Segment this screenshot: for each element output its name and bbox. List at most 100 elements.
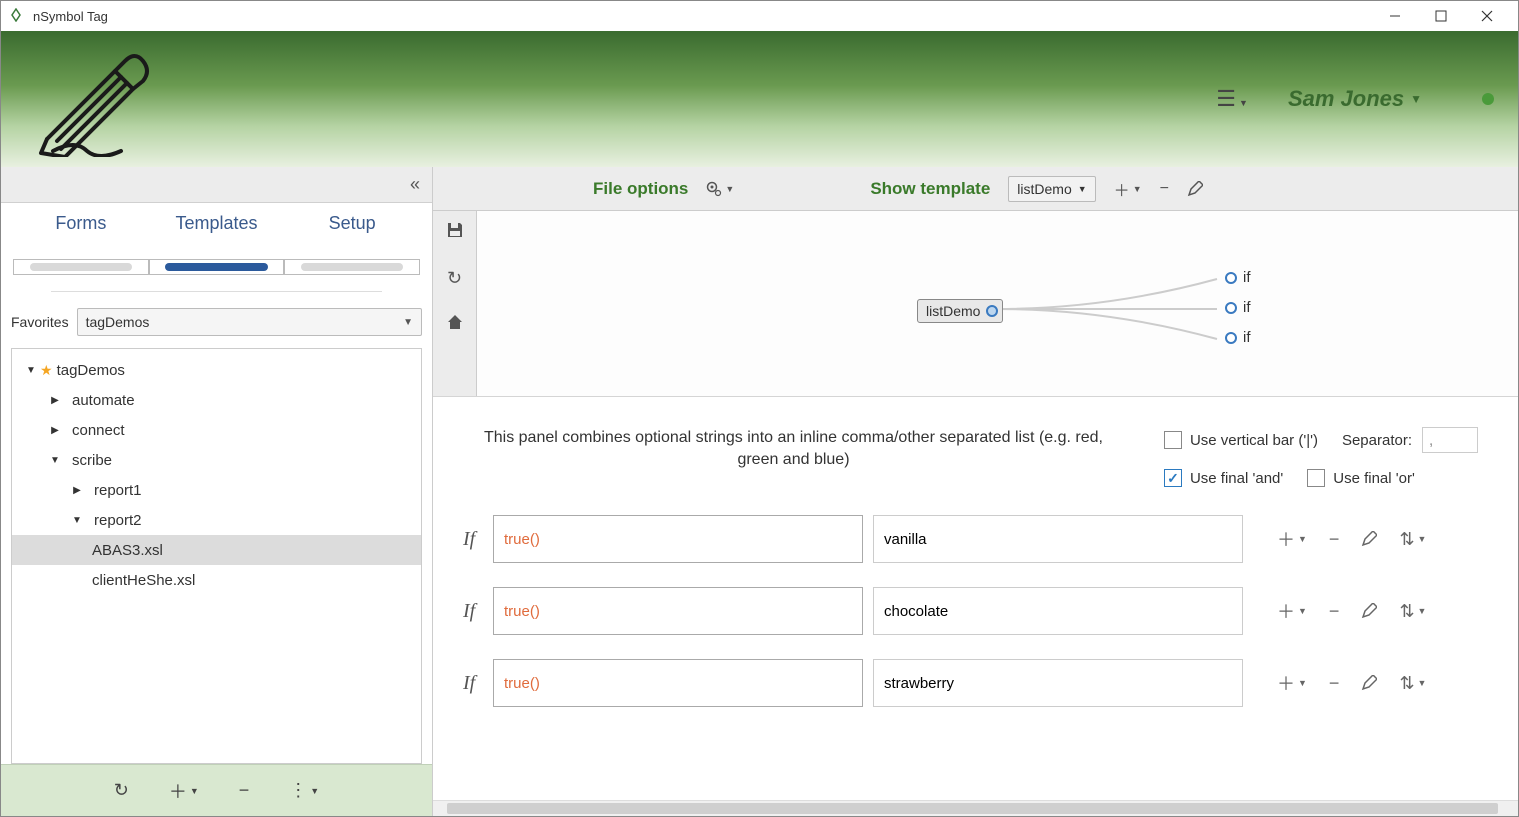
use-final-and-label[interactable]: Use final 'and': [1190, 470, 1283, 487]
row-edit-icon[interactable]: [1361, 603, 1377, 619]
use-final-or-label[interactable]: Use final 'or': [1333, 470, 1415, 487]
value-input[interactable]: [873, 587, 1243, 635]
list-panel: This panel combines optional strings int…: [433, 397, 1518, 800]
horizontal-scrollbar[interactable]: [433, 800, 1518, 816]
tree-item-automate[interactable]: ▶ automate: [12, 385, 421, 415]
maximize-button[interactable]: [1418, 1, 1464, 31]
content-area: File options ▼ Show template listDemo ▼ …: [433, 167, 1518, 816]
sidebar: « Forms Templates Setup Favorites tagDem…: [1, 167, 433, 816]
home-icon[interactable]: [446, 313, 464, 336]
expand-icon[interactable]: ▶: [68, 485, 86, 496]
refresh-button[interactable]: ↻: [114, 780, 129, 801]
expand-icon[interactable]: ▼: [68, 515, 86, 526]
username-label: Sam Jones: [1288, 86, 1404, 112]
node-root[interactable]: listDemo: [917, 299, 1003, 323]
row-add-button[interactable]: ＋▼: [1277, 526, 1307, 552]
tree-root[interactable]: ▼ ★ tagDemos: [12, 355, 421, 385]
add-button[interactable]: ＋▼: [169, 778, 199, 804]
tree-item-report1[interactable]: ▶ report1: [12, 475, 421, 505]
content-toolbar: File options ▼ Show template listDemo ▼ …: [433, 167, 1518, 211]
window-title: nSymbol Tag: [33, 9, 1372, 24]
tree-item-abas3[interactable]: ABAS3.xsl: [12, 535, 421, 565]
edit-template-button[interactable]: [1187, 181, 1203, 197]
node-if-1[interactable]: if: [1225, 269, 1251, 286]
tab-templates[interactable]: Templates: [149, 209, 285, 240]
favorites-select[interactable]: tagDemos ▼: [77, 308, 422, 336]
row-move-icon[interactable]: ⇅▼: [1399, 673, 1426, 694]
titlebar: nSymbol Tag: [1, 1, 1518, 31]
close-button[interactable]: [1464, 1, 1510, 31]
hamburger-menu-icon[interactable]: ☰▼: [1216, 86, 1248, 112]
condition-input[interactable]: [493, 515, 863, 563]
row-move-icon[interactable]: ⇅▼: [1399, 601, 1426, 622]
if-label: If: [463, 672, 483, 695]
file-options-gear-icon[interactable]: ▼: [706, 181, 734, 197]
expand-icon[interactable]: ▶: [46, 395, 64, 406]
row-remove-button[interactable]: −: [1329, 673, 1340, 694]
remove-template-button[interactable]: −: [1160, 180, 1169, 198]
refresh-icon[interactable]: ↻: [447, 268, 462, 289]
graph-sidebar: ↻: [433, 211, 477, 396]
value-input[interactable]: [873, 659, 1243, 707]
tab-forms[interactable]: Forms: [13, 209, 149, 240]
graph-area: ↻ listDemo if if if: [433, 211, 1518, 397]
file-options-label[interactable]: File options: [593, 179, 688, 199]
graph-canvas[interactable]: listDemo if if if: [477, 211, 1518, 396]
tab-indicator-forms[interactable]: [30, 263, 132, 271]
show-template-label[interactable]: Show template: [870, 179, 990, 199]
header-band: ☰▼ Sam Jones ▼: [1, 31, 1518, 167]
remove-button[interactable]: −: [239, 780, 250, 801]
use-vertical-bar-checkbox[interactable]: [1164, 431, 1182, 449]
tree-view: ▼ ★ tagDemos ▶ automate ▶ connect ▼ scri…: [11, 348, 422, 764]
node-if-3[interactable]: if: [1225, 329, 1251, 346]
panel-description: This panel combines optional strings int…: [463, 427, 1124, 472]
favorites-label: Favorites: [11, 314, 69, 330]
separator-label: Separator:: [1342, 432, 1412, 449]
row-add-button[interactable]: ＋▼: [1277, 670, 1307, 696]
list-row: If ＋▼ − ⇅▼: [463, 659, 1478, 707]
save-icon[interactable]: [446, 221, 464, 244]
tree-item-client[interactable]: clientHeShe.xsl: [12, 565, 421, 595]
expand-icon[interactable]: ▶: [46, 425, 64, 436]
app-logo: [25, 39, 153, 160]
use-final-or-checkbox[interactable]: [1307, 469, 1325, 487]
condition-input[interactable]: [493, 587, 863, 635]
tab-setup[interactable]: Setup: [284, 209, 420, 240]
tab-indicator-templates[interactable]: [165, 263, 267, 271]
node-port-icon[interactable]: [986, 305, 998, 317]
tree-item-report2[interactable]: ▼ report2: [12, 505, 421, 535]
condition-input[interactable]: [493, 659, 863, 707]
more-button[interactable]: ⋮▼: [289, 780, 319, 801]
row-add-button[interactable]: ＋▼: [1277, 598, 1307, 624]
tab-indicator-setup[interactable]: [301, 263, 403, 271]
row-move-icon[interactable]: ⇅▼: [1399, 529, 1426, 550]
template-select[interactable]: listDemo ▼: [1008, 176, 1095, 202]
row-edit-icon[interactable]: [1361, 675, 1377, 691]
minimize-button[interactable]: [1372, 1, 1418, 31]
list-row: If ＋▼ − ⇅▼: [463, 515, 1478, 563]
value-input[interactable]: [873, 515, 1243, 563]
scrollbar-thumb[interactable]: [447, 803, 1498, 814]
separator-input[interactable]: [1422, 427, 1478, 453]
row-edit-icon[interactable]: [1361, 531, 1377, 547]
user-menu[interactable]: Sam Jones ▼: [1288, 86, 1422, 112]
use-vertical-bar-label[interactable]: Use vertical bar ('|'): [1190, 432, 1318, 449]
expand-icon[interactable]: ▼: [22, 365, 40, 376]
tree-item-connect[interactable]: ▶ connect: [12, 415, 421, 445]
use-final-and-checkbox[interactable]: [1164, 469, 1182, 487]
tree-item-scribe[interactable]: ▼ scribe: [12, 445, 421, 475]
node-if-2[interactable]: if: [1225, 299, 1251, 316]
row-remove-button[interactable]: −: [1329, 529, 1340, 550]
list-row: If ＋▼ − ⇅▼: [463, 587, 1478, 635]
status-indicator: [1482, 93, 1494, 105]
row-remove-button[interactable]: −: [1329, 601, 1340, 622]
sidebar-footer: ↻ ＋▼ − ⋮▼: [1, 764, 432, 816]
add-template-button[interactable]: ＋▼: [1114, 177, 1142, 201]
if-label: If: [463, 600, 483, 623]
app-icon: [9, 8, 25, 24]
favorites-value: tagDemos: [86, 314, 150, 330]
if-label: If: [463, 528, 483, 551]
star-icon: ★: [40, 362, 53, 379]
expand-icon[interactable]: ▼: [46, 455, 64, 466]
collapse-sidebar-icon[interactable]: «: [410, 174, 420, 195]
